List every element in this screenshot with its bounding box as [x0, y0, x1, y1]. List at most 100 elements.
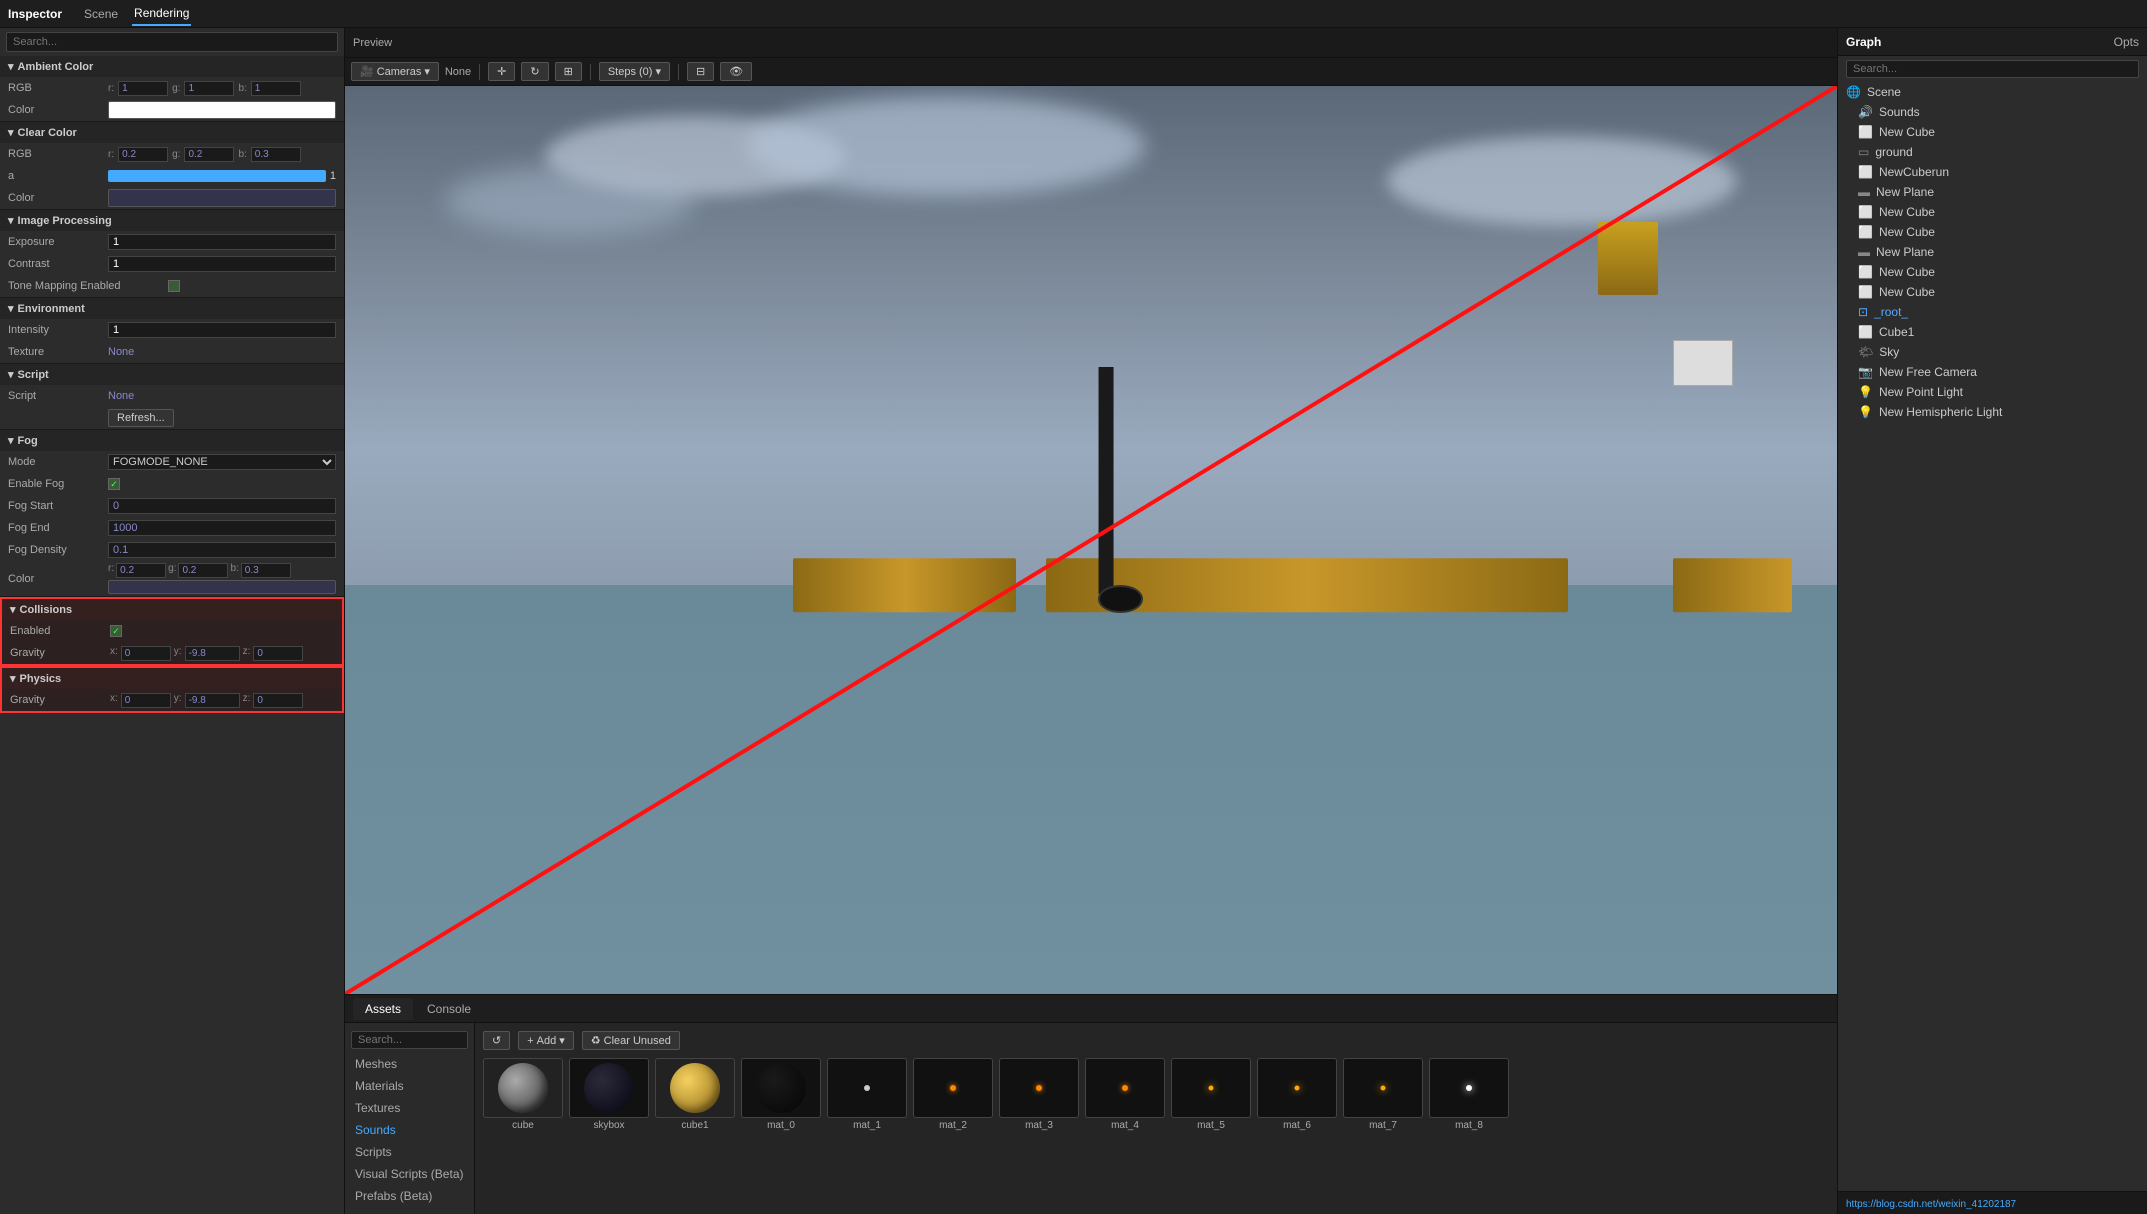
rotate-tool[interactable]: ↻	[521, 62, 548, 81]
scene-item-new-cube-5[interactable]: ⬜ New Cube	[1838, 282, 2147, 302]
clear-unused-button[interactable]: ♻ Clear Unused	[582, 1031, 680, 1050]
asset-cube1[interactable]: cube1	[655, 1058, 735, 1131]
inspector-search[interactable]	[6, 32, 338, 52]
fog-mode-select[interactable]: FOGMODE_NONE	[108, 454, 336, 470]
col-grav-y[interactable]	[185, 646, 240, 661]
fog-header[interactable]: ▾Fog	[0, 430, 344, 451]
tab-scene[interactable]: Scene	[82, 3, 120, 25]
category-scripts[interactable]: Scripts	[345, 1141, 474, 1163]
asset-mat5[interactable]: mat_5	[1171, 1058, 1251, 1131]
asset-mat4[interactable]: mat_4	[1085, 1058, 1165, 1131]
scene-item-new-cube-4[interactable]: ⬜ New Cube	[1838, 262, 2147, 282]
category-visual-scripts[interactable]: Visual Scripts (Beta)	[345, 1163, 474, 1185]
scene-item-new-cube-1[interactable]: ⬜ New Cube	[1838, 122, 2147, 142]
refresh-assets-button[interactable]: ↺	[483, 1031, 510, 1050]
assets-search[interactable]	[351, 1031, 468, 1049]
phys-grav-x[interactable]	[121, 693, 171, 708]
asset-mat8[interactable]: mat_8	[1429, 1058, 1509, 1131]
ambient-r[interactable]	[118, 81, 168, 96]
steps-button[interactable]: Steps (0) ▾	[599, 62, 670, 81]
clear-color-swatch[interactable]	[108, 189, 336, 207]
eye-toggle[interactable]: 👁	[720, 62, 752, 81]
collisions-header[interactable]: ▾Collisions	[2, 599, 342, 620]
scale-tool[interactable]: ⊞	[555, 62, 582, 81]
scene-item-root[interactable]: ⊡ _root_	[1838, 302, 2147, 322]
asset-mat6[interactable]: mat_6	[1257, 1058, 1337, 1131]
phys-grav-z[interactable]	[253, 693, 303, 708]
ambient-color-row: Color	[0, 99, 344, 121]
ambient-g[interactable]	[184, 81, 234, 96]
environment-header[interactable]: ▾Environment	[0, 298, 344, 319]
fog-end[interactable]	[108, 520, 336, 536]
scene-item-new-cube-3[interactable]: ⬜ New Cube	[1838, 222, 2147, 242]
sounds-icon: 🔊	[1858, 105, 1873, 119]
category-prefabs[interactable]: Prefabs (Beta)	[345, 1185, 474, 1207]
scene-item-free-camera[interactable]: 📷 New Free Camera	[1838, 362, 2147, 382]
col-grav-x[interactable]	[121, 646, 171, 661]
category-materials[interactable]: Materials	[345, 1075, 474, 1097]
scene-item-cube1[interactable]: ⬜ Cube1	[1838, 322, 2147, 342]
clear-r[interactable]	[118, 147, 168, 162]
scene-item-hemi-light[interactable]: 💡 New Hemispheric Light	[1838, 402, 2147, 422]
asset-mat7[interactable]: mat_7	[1343, 1058, 1423, 1131]
scene-item-sounds[interactable]: 🔊 Sounds	[1838, 102, 2147, 122]
asset-skybox[interactable]: skybox	[569, 1058, 649, 1131]
fog-r[interactable]	[116, 563, 166, 578]
fog-color-swatch[interactable]	[108, 580, 336, 594]
fog-density[interactable]	[108, 542, 336, 558]
collisions-enabled-checkbox[interactable]	[110, 625, 122, 637]
env-intensity[interactable]	[108, 322, 336, 338]
asset-mat3[interactable]: mat_3	[999, 1058, 1079, 1131]
phys-grav-y[interactable]	[185, 693, 240, 708]
grid-toggle[interactable]: ⊟	[687, 62, 714, 81]
add-button[interactable]: + Add ▾	[518, 1031, 574, 1050]
scene-item-ground[interactable]: ▭ ground	[1838, 142, 2147, 162]
asset-mat0[interactable]: mat_0	[741, 1058, 821, 1131]
script-header[interactable]: ▾Script	[0, 364, 344, 385]
ambient-color-swatch[interactable]	[108, 101, 336, 119]
physics-header[interactable]: ▾Physics	[2, 668, 342, 689]
scene-item-new-cube-2[interactable]: ⬜ New Cube	[1838, 202, 2147, 222]
viewport-controls: 🎥 Cameras ▾ None ✛ ↻ ⊞ Steps (0) ▾ ⊟ 👁	[345, 58, 1837, 86]
move-tool[interactable]: ✛	[488, 62, 515, 81]
fog-g[interactable]	[178, 563, 228, 578]
scene-item-plane2[interactable]: ▬ New Plane	[1838, 242, 2147, 262]
clear-color-section: ▾Clear Color RGB r: g: b: a 1 Color	[0, 122, 344, 210]
image-processing-header[interactable]: ▾Image Processing	[0, 210, 344, 231]
clear-g[interactable]	[184, 147, 234, 162]
refresh-button[interactable]: Refresh...	[108, 409, 174, 427]
asset-mat1[interactable]: mat_1	[827, 1058, 907, 1131]
tone-mapping-checkbox[interactable]	[168, 280, 180, 292]
scene-item-point-light[interactable]: 💡 New Point Light	[1838, 382, 2147, 402]
category-sounds[interactable]: Sounds	[345, 1119, 474, 1141]
console-tab[interactable]: Console	[415, 998, 483, 1020]
scene-item-scene[interactable]: 🌐 Scene	[1838, 82, 2147, 102]
category-textures[interactable]: Textures	[345, 1097, 474, 1119]
fog-b[interactable]	[241, 563, 291, 578]
ground-obj	[345, 585, 1837, 994]
cameras-button[interactable]: 🎥 Cameras ▾	[351, 62, 439, 81]
viewport[interactable]	[345, 86, 1837, 994]
contrast-input[interactable]	[108, 256, 336, 272]
ambient-color-header[interactable]: ▾Ambient Color	[0, 56, 344, 77]
opts-button[interactable]: Opts	[2114, 35, 2139, 49]
ambient-b[interactable]	[251, 81, 301, 96]
none-label: None	[445, 66, 471, 78]
category-meshes[interactable]: Meshes	[345, 1053, 474, 1075]
scene-item-plane1[interactable]: ▬ New Plane	[1838, 182, 2147, 202]
asset-cube[interactable]: cube	[483, 1058, 563, 1131]
scene-item-newcuberun[interactable]: ⬜ NewCuberun	[1838, 162, 2147, 182]
scene-item-sky[interactable]: 🌤 Sky	[1838, 342, 2147, 362]
graph-search[interactable]	[1846, 60, 2139, 78]
clear-color-header[interactable]: ▾Clear Color	[0, 122, 344, 143]
asset-mat2[interactable]: mat_2	[913, 1058, 993, 1131]
fog-enable-checkbox[interactable]	[108, 478, 120, 490]
clear-b[interactable]	[251, 147, 301, 162]
assets-tab[interactable]: Assets	[353, 998, 413, 1020]
exposure-input[interactable]	[108, 234, 336, 250]
asset-mat6-label: mat_6	[1257, 1120, 1337, 1131]
fog-start[interactable]	[108, 498, 336, 514]
tab-rendering[interactable]: Rendering	[132, 2, 191, 26]
col-grav-z[interactable]	[253, 646, 303, 661]
scene-label-newcube1: New Cube	[1879, 125, 1935, 139]
